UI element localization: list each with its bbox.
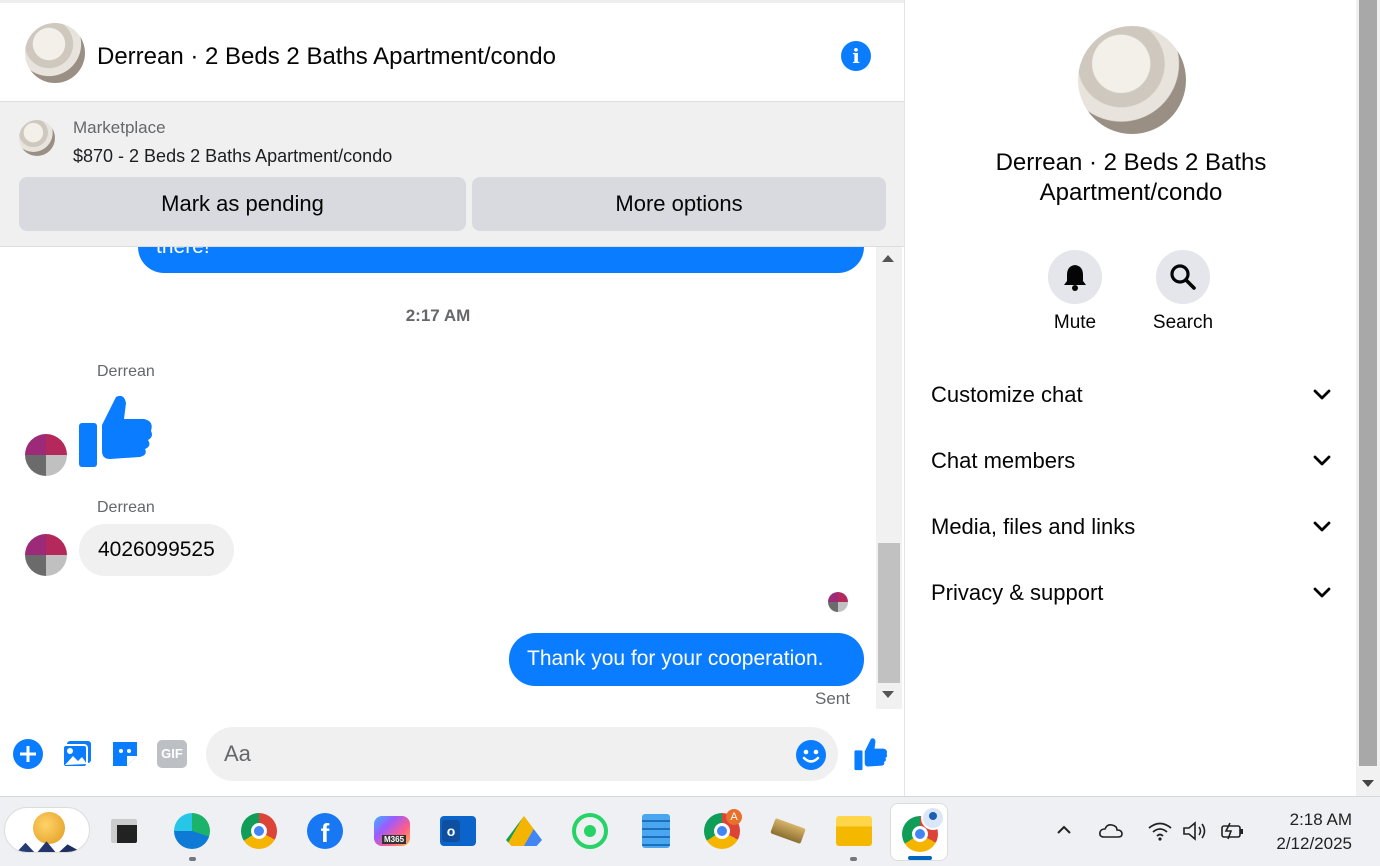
chevron-down-icon [1313, 389, 1331, 400]
section-chat-members[interactable]: Chat members [931, 441, 1331, 481]
chevron-down-icon [1313, 521, 1331, 532]
photo-icon[interactable] [62, 740, 92, 768]
outgoing-message[interactable]: Thank you for your cooperation. [509, 633, 864, 686]
whatsapp-icon[interactable] [572, 813, 608, 849]
facebook-icon[interactable]: f [307, 813, 343, 849]
search-label[interactable]: Search [1133, 312, 1233, 334]
chat-header: Derrean · 2 Beds 2 Baths Apartment/condo… [0, 6, 904, 102]
sticker-icon[interactable] [110, 739, 140, 769]
marketplace-label: Marketplace [73, 118, 166, 137]
edge-icon[interactable] [174, 813, 210, 849]
sender-avatar[interactable] [25, 534, 67, 576]
composer: GIF Aa [0, 713, 904, 799]
section-label: Privacy & support [931, 580, 1104, 605]
google-drive-icon[interactable] [506, 813, 542, 849]
section-label: Media, files and links [931, 514, 1136, 539]
read-receipt-avatar [828, 592, 848, 612]
m365-label: M365 [382, 835, 407, 844]
search-button[interactable] [1156, 250, 1210, 304]
volume-icon[interactable] [1182, 821, 1208, 841]
section-label: Customize chat [931, 382, 1083, 407]
weather-widget[interactable] [4, 807, 90, 853]
wifi-icon[interactable] [1147, 821, 1173, 841]
bell-icon [1064, 265, 1086, 291]
info-icon[interactable]: i [841, 41, 871, 71]
marketplace-panel: Marketplace $870 - 2 Beds 2 Baths Apartm… [0, 102, 904, 247]
page-scrollbar[interactable] [1356, 0, 1380, 796]
explorer-open-indicator [850, 857, 857, 861]
message-input[interactable]: Aa [206, 727, 838, 781]
message-scrollbar[interactable] [876, 247, 902, 709]
taskbar: f M365 o A 2:18 AM 2/12/2025 [0, 796, 1380, 866]
listing-thumbnail[interactable] [19, 120, 55, 156]
page-scroll-thumb[interactable] [1359, 0, 1377, 766]
mark-as-pending-button[interactable]: Mark as pending [19, 177, 466, 231]
scroll-down-arrow[interactable] [882, 691, 894, 698]
moon-icon [33, 812, 65, 844]
sender-name: Derrean [97, 499, 155, 516]
sender-avatar[interactable] [25, 434, 67, 476]
chrome-profile-icon[interactable]: A [704, 809, 742, 849]
section-privacy-support[interactable]: Privacy & support [931, 573, 1331, 613]
m365-icon[interactable]: M365 [374, 813, 410, 849]
active-indicator [908, 856, 932, 860]
clock-time[interactable]: 2:18 AM [1252, 810, 1352, 830]
message-text: Thank you for your cooperation. [527, 647, 824, 670]
chevron-down-icon [1313, 587, 1331, 598]
section-media-files-links[interactable]: Media, files and links [931, 507, 1331, 547]
message-list: there! 2:17 AM Derrean Derrean 402609952… [0, 247, 876, 709]
search-icon [1170, 264, 1196, 290]
timestamp: 2:17 AM [405, 306, 471, 325]
scroll-thumb[interactable] [878, 543, 900, 683]
outlook-icon[interactable]: o [440, 813, 476, 849]
mute-label[interactable]: Mute [1025, 312, 1125, 334]
message-input-placeholder: Aa [224, 741, 251, 766]
chevron-down-icon [1313, 455, 1331, 466]
more-options-button[interactable]: More options [472, 177, 886, 231]
clock-date[interactable]: 2/12/2025 [1252, 834, 1352, 854]
conversation-details-pane: Derrean · 2 Beds 2 Baths Apartment/condo… [904, 0, 1356, 796]
thumbs-up-send-icon[interactable] [854, 737, 888, 771]
chevron-up-icon[interactable] [1056, 825, 1072, 835]
section-customize-chat[interactable]: Customize chat [931, 375, 1331, 415]
outgoing-message-partial[interactable]: there! [138, 247, 864, 273]
chrome-active-app[interactable] [890, 803, 948, 861]
onedrive-icon[interactable] [1098, 823, 1124, 839]
page-scroll-down-arrow[interactable] [1362, 780, 1374, 787]
edge-open-indicator [189, 857, 196, 861]
conversation-title[interactable]: Derrean · 2 Beds 2 Baths Apartment/condo [97, 43, 556, 71]
profile-badge: A [726, 809, 742, 825]
message-text: there! [156, 247, 210, 259]
details-title: Derrean · 2 Beds 2 Baths Apartment/condo [995, 149, 1267, 206]
sent-status: Sent [815, 689, 850, 708]
task-view-icon[interactable] [106, 813, 142, 849]
listing-title[interactable]: $870 - 2 Beds 2 Baths Apartment/condo [73, 146, 392, 167]
profile-photo[interactable] [1078, 26, 1186, 134]
profile-avatar-icon [921, 806, 945, 830]
scroll-up-arrow[interactable] [882, 255, 894, 262]
chat-pane: Derrean · 2 Beds 2 Baths Apartment/condo… [0, 0, 904, 796]
notepad-icon[interactable] [638, 813, 674, 849]
mute-button[interactable] [1048, 250, 1102, 304]
battery-icon[interactable] [1220, 821, 1246, 841]
emoji-icon[interactable] [795, 739, 827, 771]
conversation-avatar[interactable] [25, 23, 85, 83]
gif-icon[interactable]: GIF [157, 740, 187, 768]
usb-drive-icon[interactable] [770, 813, 806, 849]
gif-label: GIF [161, 746, 183, 761]
sender-name: Derrean [97, 363, 155, 380]
thumbs-up-icon[interactable] [78, 393, 154, 469]
section-label: Chat members [931, 448, 1076, 473]
file-explorer-icon[interactable] [836, 813, 872, 849]
incoming-message[interactable]: 4026099525 [79, 524, 234, 576]
add-icon[interactable] [13, 739, 43, 769]
screen: Derrean · 2 Beds 2 Baths Apartment/condo… [0, 0, 1380, 866]
chrome-icon[interactable] [241, 813, 277, 849]
